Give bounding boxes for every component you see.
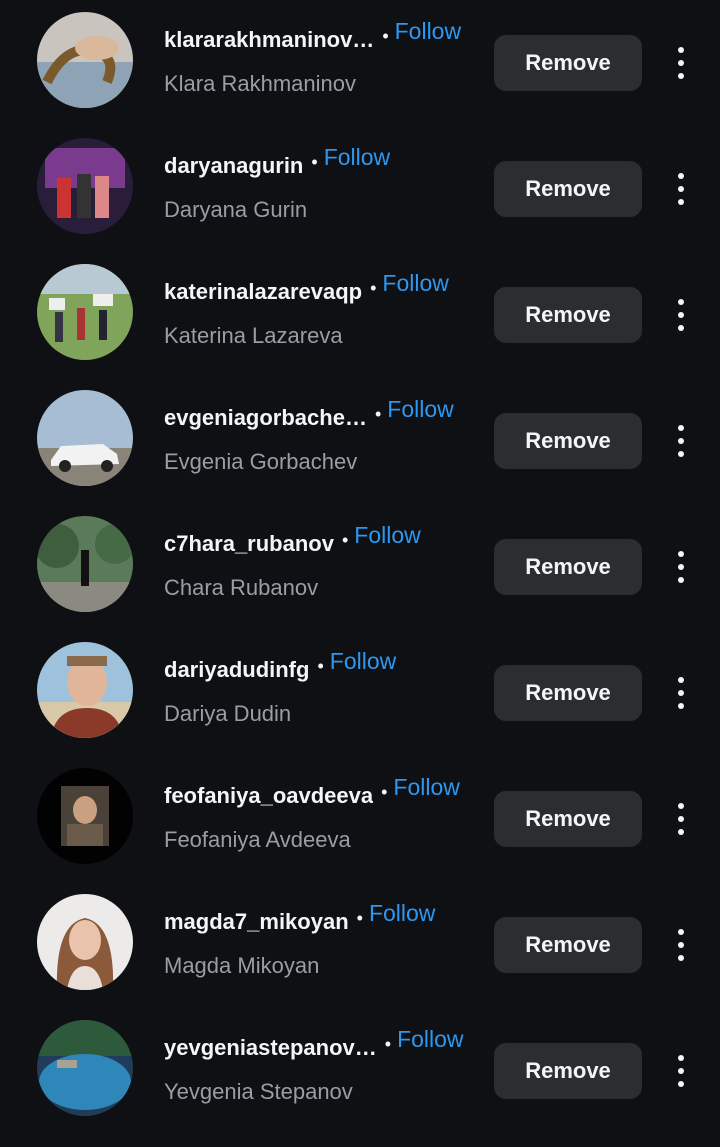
avatar[interactable] (37, 516, 133, 612)
separator-dot: • (381, 782, 388, 802)
separator-dot: • (341, 530, 349, 550)
follower-row[interactable]: c7hara_rubanov • Follow Chara Rubanov Remo… (0, 516, 720, 643)
full-name: Magda Mikoyan (164, 953, 320, 978)
separator-dot: • (370, 278, 377, 298)
follower-row[interactable]: dariyadudinfg • Follow Dariya Dudin Remove (0, 642, 720, 769)
username[interactable]: feofaniya_oavdeeva (164, 781, 373, 811)
avatar[interactable] (37, 390, 133, 486)
more-options-icon[interactable] (666, 295, 696, 335)
follower-row[interactable]: magda7_mikoyan • Follow Magda Mikoyan Remo… (0, 894, 720, 1021)
follow-button[interactable]: Follow (393, 773, 459, 801)
follower-row[interactable]: evgeniagorbache… • Follow Evgenia Gorbache… (0, 390, 720, 517)
separator-dot: • (317, 656, 324, 676)
separator-dot: • (384, 1034, 392, 1054)
full-name: Katerina Lazareva (164, 323, 343, 348)
full-name: Klara Rakhmaninov (164, 71, 356, 96)
remove-button[interactable]: Remove (494, 35, 642, 91)
username[interactable]: daryanagurin (164, 151, 303, 181)
more-options-icon[interactable] (666, 799, 696, 839)
more-options-icon[interactable] (666, 169, 696, 209)
remove-button[interactable]: Remove (494, 287, 642, 343)
remove-button[interactable]: Remove (494, 917, 642, 973)
follower-row[interactable]: feofaniya_oavdeeva • Follow Feofaniya Avde… (0, 768, 720, 895)
follower-row[interactable]: daryanagurin • Follow Daryana Gurin Remove (0, 138, 720, 265)
avatar[interactable] (37, 138, 133, 234)
username[interactable]: dariyadudinfg (164, 655, 309, 685)
follower-row[interactable]: katerinalazarevaqp • Follow Katerina Lazar… (0, 264, 720, 391)
full-name: Dariya Dudin (164, 701, 292, 726)
avatar[interactable] (37, 642, 133, 738)
more-options-icon[interactable] (666, 673, 696, 713)
follow-button[interactable]: Follow (382, 269, 448, 297)
follow-button[interactable]: Follow (330, 647, 396, 675)
full-name: Daryana Gurin (164, 197, 308, 222)
avatar[interactable] (37, 1020, 133, 1116)
separator-dot: • (356, 908, 363, 928)
username[interactable]: katerinalazarevaqp (164, 277, 362, 307)
remove-button[interactable]: Remove (494, 539, 642, 595)
full-name: Chara Rubanov (164, 575, 319, 600)
username[interactable]: magda7_mikoyan (164, 907, 349, 937)
username[interactable]: yevgeniastepanov… (164, 1033, 377, 1063)
avatar[interactable] (37, 264, 133, 360)
more-options-icon[interactable] (666, 1051, 696, 1091)
remove-button[interactable]: Remove (494, 791, 642, 847)
full-name: Yevgenia Stepanov (164, 1079, 353, 1104)
username[interactable]: evgeniagorbache… (164, 403, 367, 433)
more-options-icon[interactable] (666, 421, 696, 461)
full-name: Feofaniya Avdeeva (164, 827, 351, 852)
more-options-icon[interactable] (666, 925, 696, 965)
username[interactable]: c7hara_rubanov (164, 529, 334, 559)
avatar[interactable] (37, 12, 133, 108)
username[interactable]: klararakhmaninov… (164, 25, 374, 55)
follower-row[interactable]: klararakhmaninov… • Follow Klara Rakhmanin… (0, 12, 720, 139)
follow-button[interactable]: Follow (354, 521, 420, 549)
follow-button[interactable]: Follow (369, 899, 435, 927)
separator-dot: • (374, 404, 382, 424)
remove-button[interactable]: Remove (494, 1043, 642, 1099)
full-name: Evgenia Gorbachev (164, 449, 358, 474)
avatar[interactable] (37, 894, 133, 990)
more-options-icon[interactable] (666, 547, 696, 587)
follow-button[interactable]: Follow (324, 143, 390, 171)
remove-button[interactable]: Remove (494, 161, 642, 217)
follow-button[interactable]: Follow (395, 17, 461, 45)
follower-row[interactable]: yevgeniastepanov… • Follow Yevgenia Stepan… (0, 1020, 720, 1147)
avatar[interactable] (37, 768, 133, 864)
remove-button[interactable]: Remove (494, 413, 642, 469)
separator-dot: • (382, 26, 389, 46)
follow-button[interactable]: Follow (397, 1025, 463, 1053)
followers-list: klararakhmaninov… • Follow Klara Rakhmanin… (0, 0, 720, 1139)
more-options-icon[interactable] (666, 43, 696, 83)
follow-button[interactable]: Follow (387, 395, 453, 423)
remove-button[interactable]: Remove (494, 665, 642, 721)
separator-dot: • (311, 152, 318, 172)
